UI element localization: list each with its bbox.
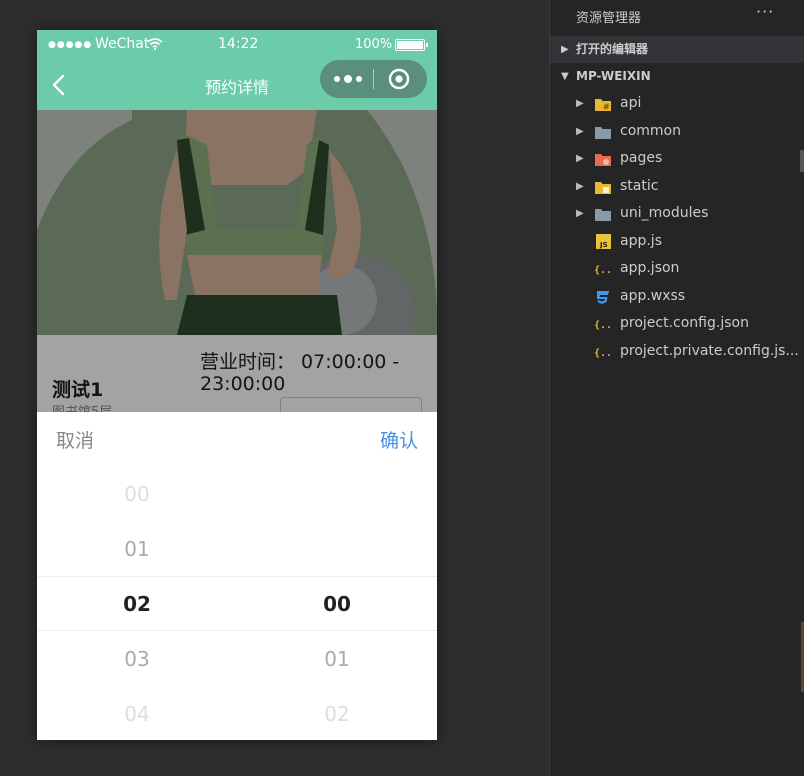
tree-item-api[interactable]: ▶ # api: [550, 90, 804, 118]
carrier-name: WeChat: [95, 36, 150, 52]
time-picker: 取消 确认 00 01 02 03 04 00 01 02: [37, 412, 437, 740]
status-bar: ●●●●● WeChat 14:22 100%: [37, 30, 437, 60]
tree-item-label: app.js: [620, 232, 662, 249]
minute-option-selected[interactable]: 00: [237, 577, 437, 632]
battery-percent: 100%: [355, 37, 393, 52]
section-open-editors[interactable]: ▶ 打开的编辑器: [550, 36, 804, 63]
tree-item-label: pages: [620, 150, 663, 166]
svg-text:#: #: [603, 103, 610, 112]
tree-item-label: app.json: [620, 260, 680, 276]
static-folder-icon: [595, 181, 611, 194]
chevron-right-icon: ▶: [561, 44, 569, 55]
hour-option-selected[interactable]: 02: [37, 577, 237, 632]
api-folder-icon: #: [595, 99, 611, 112]
minute-option[interactable]: 01: [237, 632, 437, 687]
tree-item-app-json[interactable]: {..} app.json: [550, 255, 804, 283]
hour-option[interactable]: 04: [37, 687, 237, 740]
wifi-icon: [147, 38, 163, 51]
chevron-right-icon: ▶: [576, 98, 584, 109]
scrollbar-thumb[interactable]: [800, 150, 804, 172]
picker-overlay-mask[interactable]: [37, 110, 437, 415]
hour-option[interactable]: 03: [37, 632, 237, 687]
folder-icon: [595, 126, 611, 139]
svg-text:JS: JS: [599, 241, 608, 249]
battery-tip: [426, 43, 428, 47]
hour-column[interactable]: 00 01 02 03 04: [37, 467, 237, 740]
battery-icon: [395, 39, 425, 51]
minute-option-empty: [237, 467, 437, 522]
json-file-icon: {..}: [594, 265, 612, 276]
file-tree: ▶ # api ▶ common ▶ pages ▶ static ▶ uni_…: [550, 90, 804, 365]
menu-capsule: [320, 60, 427, 98]
cancel-button[interactable]: 取消: [56, 426, 94, 453]
svg-text:{..}: {..}: [594, 320, 612, 331]
tree-item-label: uni_modules: [620, 205, 709, 221]
clock: 14:22: [218, 36, 259, 52]
svg-text:{..}: {..}: [594, 348, 612, 359]
tree-item-label: static: [620, 177, 659, 194]
hour-option[interactable]: 00: [37, 467, 237, 522]
chevron-right-icon: ▶: [576, 180, 584, 192]
minute-option[interactable]: 02: [237, 687, 437, 740]
minute-column[interactable]: 00 01 02: [237, 467, 437, 740]
ellipsis-icon[interactable]: ···: [756, 2, 774, 21]
hour-option[interactable]: 01: [37, 522, 237, 577]
tree-item-app-js[interactable]: JS app.js: [550, 228, 804, 256]
more-dots-icon[interactable]: [331, 69, 365, 89]
tree-item-project-config-json[interactable]: {..} project.config.json: [550, 310, 804, 338]
svg-text:{..}: {..}: [594, 265, 612, 276]
signal-dots-icon: ●●●●●: [48, 40, 93, 50]
tree-item-project-private-config[interactable]: {..} project.private.config.js...: [550, 338, 804, 366]
json-file-icon: {..}: [594, 348, 612, 359]
tree-item-app-wxss[interactable]: app.wxss: [550, 283, 804, 311]
chevron-right-icon: ▶: [576, 208, 584, 219]
tree-item-label: app.wxss: [620, 287, 686, 304]
capsule-divider: [373, 69, 374, 89]
minute-option-empty: [237, 522, 437, 577]
confirm-button[interactable]: 确认: [380, 426, 418, 453]
tree-item-label: project.private.config.js...: [620, 342, 799, 359]
phone-simulator: ●●●●● WeChat 14:22 100% 预约详情 测试1 营业时间： 0…: [37, 30, 437, 740]
chevron-right-icon: ▶: [576, 125, 584, 137]
target-circle-icon[interactable]: [388, 68, 410, 90]
nav-bar: 预约详情: [37, 60, 437, 110]
section-label: 打开的编辑器: [576, 42, 649, 56]
tree-item-label: common: [620, 122, 681, 139]
explorer-title: 资源管理器: [576, 11, 642, 26]
json-file-icon: {..}: [594, 320, 612, 331]
chevron-right-icon: ▶: [576, 153, 584, 164]
tree-item-pages[interactable]: ▶ pages: [550, 145, 804, 173]
section-label: MP-WEIXIN: [576, 69, 651, 83]
folder-icon: [595, 209, 611, 221]
tree-item-label: project.config.json: [620, 315, 749, 331]
tree-item-common[interactable]: ▶ common: [550, 118, 804, 146]
tree-item-static[interactable]: ▶ static: [550, 173, 804, 201]
js-file-icon: JS: [596, 233, 611, 249]
tree-item-uni-modules[interactable]: ▶ uni_modules: [550, 200, 804, 228]
file-explorer: 资源管理器 ··· ▶ 打开的编辑器 ▼ MP-WEIXIN ▶ # api ▶…: [549, 0, 804, 776]
pages-folder-icon: [595, 154, 611, 166]
css-file-icon: [597, 290, 609, 304]
section-project[interactable]: ▼ MP-WEIXIN: [550, 63, 804, 90]
tree-item-label: api: [620, 95, 642, 111]
chevron-down-icon: ▼: [561, 71, 569, 82]
